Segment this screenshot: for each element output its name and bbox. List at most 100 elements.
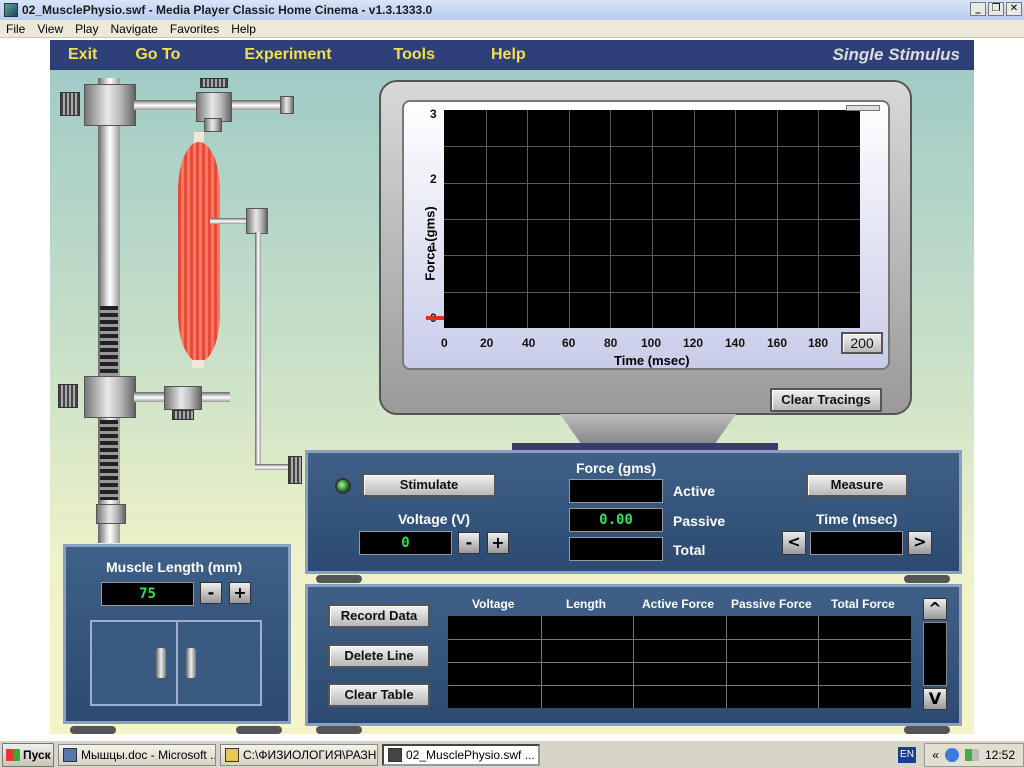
monitor-stand <box>560 414 736 444</box>
y-axis-label: Force (gms) <box>422 206 438 281</box>
measure-button[interactable]: Measure <box>806 473 908 497</box>
task-label: Мышцы.doc - Microsoft ... <box>81 747 216 762</box>
cabinet-divider <box>176 622 178 704</box>
table-scroll-up-button[interactable]: ^ <box>923 598 947 620</box>
menu-bar: File View Play Navigate Favorites Help <box>0 20 1024 38</box>
time-previous-button[interactable]: < <box>782 531 806 555</box>
mode-title: Single Stimulus <box>832 45 960 64</box>
grid-line-horizontal <box>444 291 860 293</box>
muscle-length-label: Muscle Length (mm) <box>106 559 243 575</box>
app-menu-goto[interactable]: Go To <box>135 46 180 64</box>
menu-play[interactable]: Play <box>75 22 98 36</box>
lower-clamp-block <box>84 376 136 418</box>
length-decrease-button[interactable]: - <box>200 582 222 604</box>
table-scroll-down-button[interactable]: V <box>923 688 947 710</box>
clear-table-button[interactable]: Clear Table <box>328 683 430 707</box>
stand-spring-lower <box>100 420 118 500</box>
table-row-divider <box>448 639 911 640</box>
stand-base-clamp <box>96 504 126 524</box>
menu-favorites[interactable]: Favorites <box>170 22 219 36</box>
panel-foot <box>316 726 362 734</box>
active-force-display <box>569 479 663 503</box>
media-player-icon <box>388 747 402 762</box>
length-increase-button[interactable]: + <box>229 582 251 604</box>
cabinet-right-handle[interactable] <box>186 648 196 678</box>
taskbar: Пуск Мышцы.doc - Microsoft ... C:\ФИЗИОЛ… <box>0 740 1024 768</box>
menu-file[interactable]: File <box>6 22 25 36</box>
x-tick: 80 <box>604 336 618 350</box>
x-tick: 160 <box>767 336 788 350</box>
language-indicator[interactable]: EN <box>898 747 916 763</box>
clear-tracings-button[interactable]: Clear Tracings <box>770 388 882 412</box>
upper-clamp-block <box>84 84 136 126</box>
taskbar-item-word[interactable]: Мышцы.doc - Microsoft ... <box>58 743 216 766</box>
muscle <box>178 142 220 362</box>
time-label: Time (msec) <box>816 511 898 527</box>
signal-icon[interactable] <box>964 749 979 761</box>
app-menu-tools[interactable]: Tools <box>394 46 435 64</box>
voltage-decrease-button[interactable]: - <box>458 532 480 554</box>
system-tray: « 12:52 <box>924 743 1024 767</box>
lower-clamp-knob[interactable] <box>58 384 78 408</box>
x-tick: 100 <box>641 336 662 350</box>
table-scrollbar-track[interactable] <box>923 622 947 686</box>
taskbar-item-player[interactable]: 02_MusclePhysio.swf ... <box>382 743 540 766</box>
column-header-active-force: Active Force <box>642 597 715 611</box>
panel-foot <box>904 726 950 734</box>
x-tick: 40 <box>522 336 536 350</box>
windows-flag-icon <box>6 748 20 761</box>
column-header-total-force: Total Force <box>831 597 895 611</box>
oscilloscope-plot <box>444 110 860 328</box>
electrode-holder <box>246 208 268 234</box>
network-icon[interactable] <box>944 748 959 762</box>
x-tick: 180 <box>808 336 829 350</box>
app-menu-exit[interactable]: Exit <box>68 46 97 64</box>
record-data-button[interactable]: Record Data <box>328 604 430 628</box>
y-tick: 3 <box>430 107 437 121</box>
time-next-button[interactable]: > <box>908 531 932 555</box>
delete-line-button[interactable]: Delete Line <box>328 644 430 668</box>
panel-foot <box>70 726 116 734</box>
panel-foot <box>904 575 950 583</box>
upper-hook <box>204 118 222 132</box>
voltage-display: 0 <box>359 531 452 555</box>
x-max-button[interactable]: 200 <box>841 332 883 354</box>
active-label: Active <box>673 483 716 499</box>
taskbar-item-folder[interactable]: C:\ФИЗИОЛОГИЯ\РАЗН... <box>220 743 378 766</box>
upper-arm-end <box>280 96 294 114</box>
window-title: 02_MusclePhysio.swf - Media Player Class… <box>22 3 433 17</box>
scope-slider[interactable] <box>846 105 880 111</box>
upper-hook-knob[interactable] <box>200 78 228 88</box>
menu-view[interactable]: View <box>37 22 63 36</box>
x-tick: 20 <box>480 336 494 350</box>
passive-label: Passive <box>673 513 726 529</box>
app-menu-experiment[interactable]: Experiment <box>244 46 331 64</box>
grid-line-horizontal <box>444 219 860 220</box>
menu-help[interactable]: Help <box>231 22 256 36</box>
menu-navigate[interactable]: Navigate <box>110 22 157 36</box>
panel-foot <box>316 575 362 583</box>
minimize-button[interactable]: _ <box>970 2 986 16</box>
x-tick: 120 <box>683 336 704 350</box>
column-header-voltage: Voltage <box>472 597 515 611</box>
voltage-increase-button[interactable]: + <box>487 532 509 554</box>
app-menu-help[interactable]: Help <box>491 46 526 64</box>
column-header-length: Length <box>566 597 606 611</box>
task-label: C:\ФИЗИОЛОГИЯ\РАЗН... <box>243 747 378 762</box>
x-axis-label: Time (msec) <box>614 353 690 368</box>
muscle-length-display: 75 <box>101 582 194 606</box>
tray-expand-icon[interactable]: « <box>932 748 939 762</box>
column-header-passive-force: Passive Force <box>731 597 812 611</box>
total-force-display <box>569 537 663 561</box>
grid-line-horizontal <box>444 182 860 184</box>
close-button[interactable]: ✕ <box>1006 2 1022 16</box>
stimulate-button[interactable]: Stimulate <box>362 473 496 497</box>
upper-clamp-knob[interactable] <box>60 92 80 116</box>
grid-line-horizontal <box>444 255 860 257</box>
cabinet-left-handle[interactable] <box>156 648 166 678</box>
maximize-button[interactable]: ❐ <box>988 2 1004 16</box>
start-button[interactable]: Пуск <box>2 742 54 767</box>
x-tick: 140 <box>725 336 746 350</box>
lower-tendon <box>192 360 204 368</box>
transducer-knob[interactable] <box>172 410 194 420</box>
